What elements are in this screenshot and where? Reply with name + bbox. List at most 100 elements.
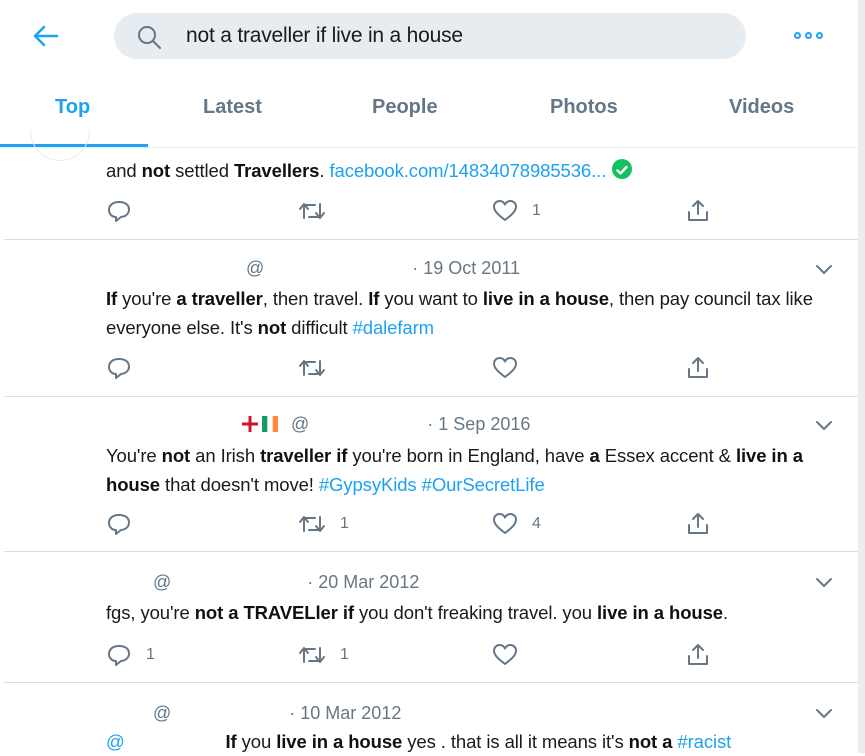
tweet-date[interactable]: · 19 Oct 2011 [412,258,520,278]
share-button[interactable] [686,197,710,225]
highlighted-term: not a [628,731,673,752]
tweet-link[interactable]: #GypsyKids [319,474,417,495]
tweet-date[interactable]: · 20 Mar 2012 [307,572,419,592]
retweet-count: 1 [340,646,349,663]
tweet-link[interactable]: #racist [677,731,731,752]
user-handle[interactable]: @ [153,572,171,592]
tweet-header: @ · 20 Mar 2012 [153,572,419,593]
tweet-text-segment: . [722,602,729,623]
ireland-flag-icon [262,416,278,432]
tweet[interactable]: @ · 20 Mar 2012 fgs, you're not a TRAVELl… [0,552,865,683]
chevron-down-icon[interactable] [815,264,833,276]
tweet-text-segment: You're [106,445,162,466]
retweet-button[interactable] [298,354,340,382]
reply-icon [108,358,130,379]
share-icon [688,357,708,378]
highlighted-term: live in a house [482,288,609,309]
chevron-down-icon[interactable] [815,708,833,720]
highlighted-term: a [589,445,600,466]
highlighted-term: Travellers [233,160,320,181]
search-input[interactable]: not a traveller if live in a house [186,24,463,48]
chevron-down-icon[interactable] [815,577,833,589]
tweet-text: If you're a traveller, then travel. If y… [106,284,835,342]
tweet-link[interactable]: #OurSecretLife [422,474,545,495]
tweet-text-segment: yes . that is all it means it's [402,731,629,752]
reply-button[interactable] [106,510,146,538]
tweet-text: You're not an Irish traveller if you're … [106,441,835,499]
reply-button[interactable] [106,197,146,225]
retweet-button[interactable]: 1 [298,510,349,538]
tweet-actions: 1 1 [106,641,726,669]
retweet-icon [299,360,325,376]
tab-videos[interactable]: Videos [729,96,794,119]
highlighted-term: a traveller [176,288,263,309]
more-options-button[interactable] [790,24,830,48]
tweet-link[interactable]: facebook.com/14834078985536... [329,160,606,181]
share-button[interactable] [686,354,710,382]
tweet-actions: 1 [106,197,726,225]
tweet-text: and not settled Travellers. facebook.com… [106,156,835,185]
user-handle[interactable]: @ [153,703,171,723]
highlighted-term: live in a house [596,602,723,623]
reply-count: 1 [146,646,155,663]
retweet-button[interactable] [298,197,340,225]
highlighted-term: If [106,288,118,309]
tweet-date[interactable]: · 10 Mar 2012 [289,703,401,723]
tweet-text-segment: an Irish [190,445,261,466]
reply-icon [108,514,130,535]
tab-bar: Top Latest People Photos Videos [0,86,865,148]
highlighted-term: traveller if [260,445,348,466]
tab-latest[interactable]: Latest [203,96,262,119]
tweet[interactable]: @ · 19 Oct 2011 If you're a traveller, th… [0,240,865,397]
retweet-count: 1 [340,515,349,532]
heart-icon [493,357,517,378]
highlighted-term: not [161,445,191,466]
reply-button[interactable]: 1 [106,641,155,669]
reply-icon [108,201,130,222]
tab-photos[interactable]: Photos [550,96,618,119]
tab-top[interactable]: Top [55,96,90,119]
tweet[interactable]: @ · 1 Sep 2016 You're not an Irish travel… [0,397,865,552]
tweet-link[interactable]: @ [106,731,125,752]
like-count: 4 [532,515,541,532]
reply-button[interactable] [106,354,146,382]
highlighted-term: not [257,317,287,338]
chevron-down-icon[interactable] [815,420,833,432]
highlighted-term: If [368,288,380,309]
like-button[interactable] [492,354,532,382]
tweet-text-segment [125,731,226,752]
search-box[interactable]: not a traveller if live in a house [114,13,746,59]
england-flag-icon [242,416,258,432]
back-button[interactable] [28,20,64,52]
like-button[interactable]: 1 [492,197,541,225]
tweet-text-segment: difficult [286,317,353,338]
highlighted-term: not [141,160,171,181]
retweet-button[interactable]: 1 [298,641,349,669]
tweet-link[interactable]: #dalefarm [353,317,434,338]
more-dot-icon [805,32,812,39]
tweet[interactable]: and not settled Travellers. facebook.com… [0,130,865,240]
share-button[interactable] [686,510,710,538]
tweet[interactable]: @ · 10 Mar 2012 @ If you live in a house … [0,683,865,753]
heart-icon [493,644,517,665]
scrollbar-track[interactable] [858,0,865,753]
tweet-text-segment: Essex accent & [599,445,736,466]
tweet-text-segment: , then travel. [262,288,369,309]
search-icon [138,26,161,49]
more-dot-icon [816,32,823,39]
user-handle[interactable]: @ [291,414,309,434]
tab-people[interactable]: People [372,96,438,119]
arrow-left-icon [33,25,59,47]
reply-icon [108,645,130,666]
tweet-text: fgs, you're not a TRAVELler if you don't… [106,598,835,627]
user-handle[interactable]: @ [246,258,264,278]
like-button[interactable]: 4 [492,510,541,538]
verified-check-icon [612,159,633,179]
tweet-text-segment: you're born in England, have [347,445,590,466]
share-button[interactable] [686,641,710,669]
tweet-text-segment: that doesn't move! [159,474,319,495]
like-button[interactable] [492,641,532,669]
more-dot-icon [794,32,801,39]
tweet-date[interactable]: · 1 Sep 2016 [427,414,530,434]
tweet-actions: 1 4 [106,510,726,538]
